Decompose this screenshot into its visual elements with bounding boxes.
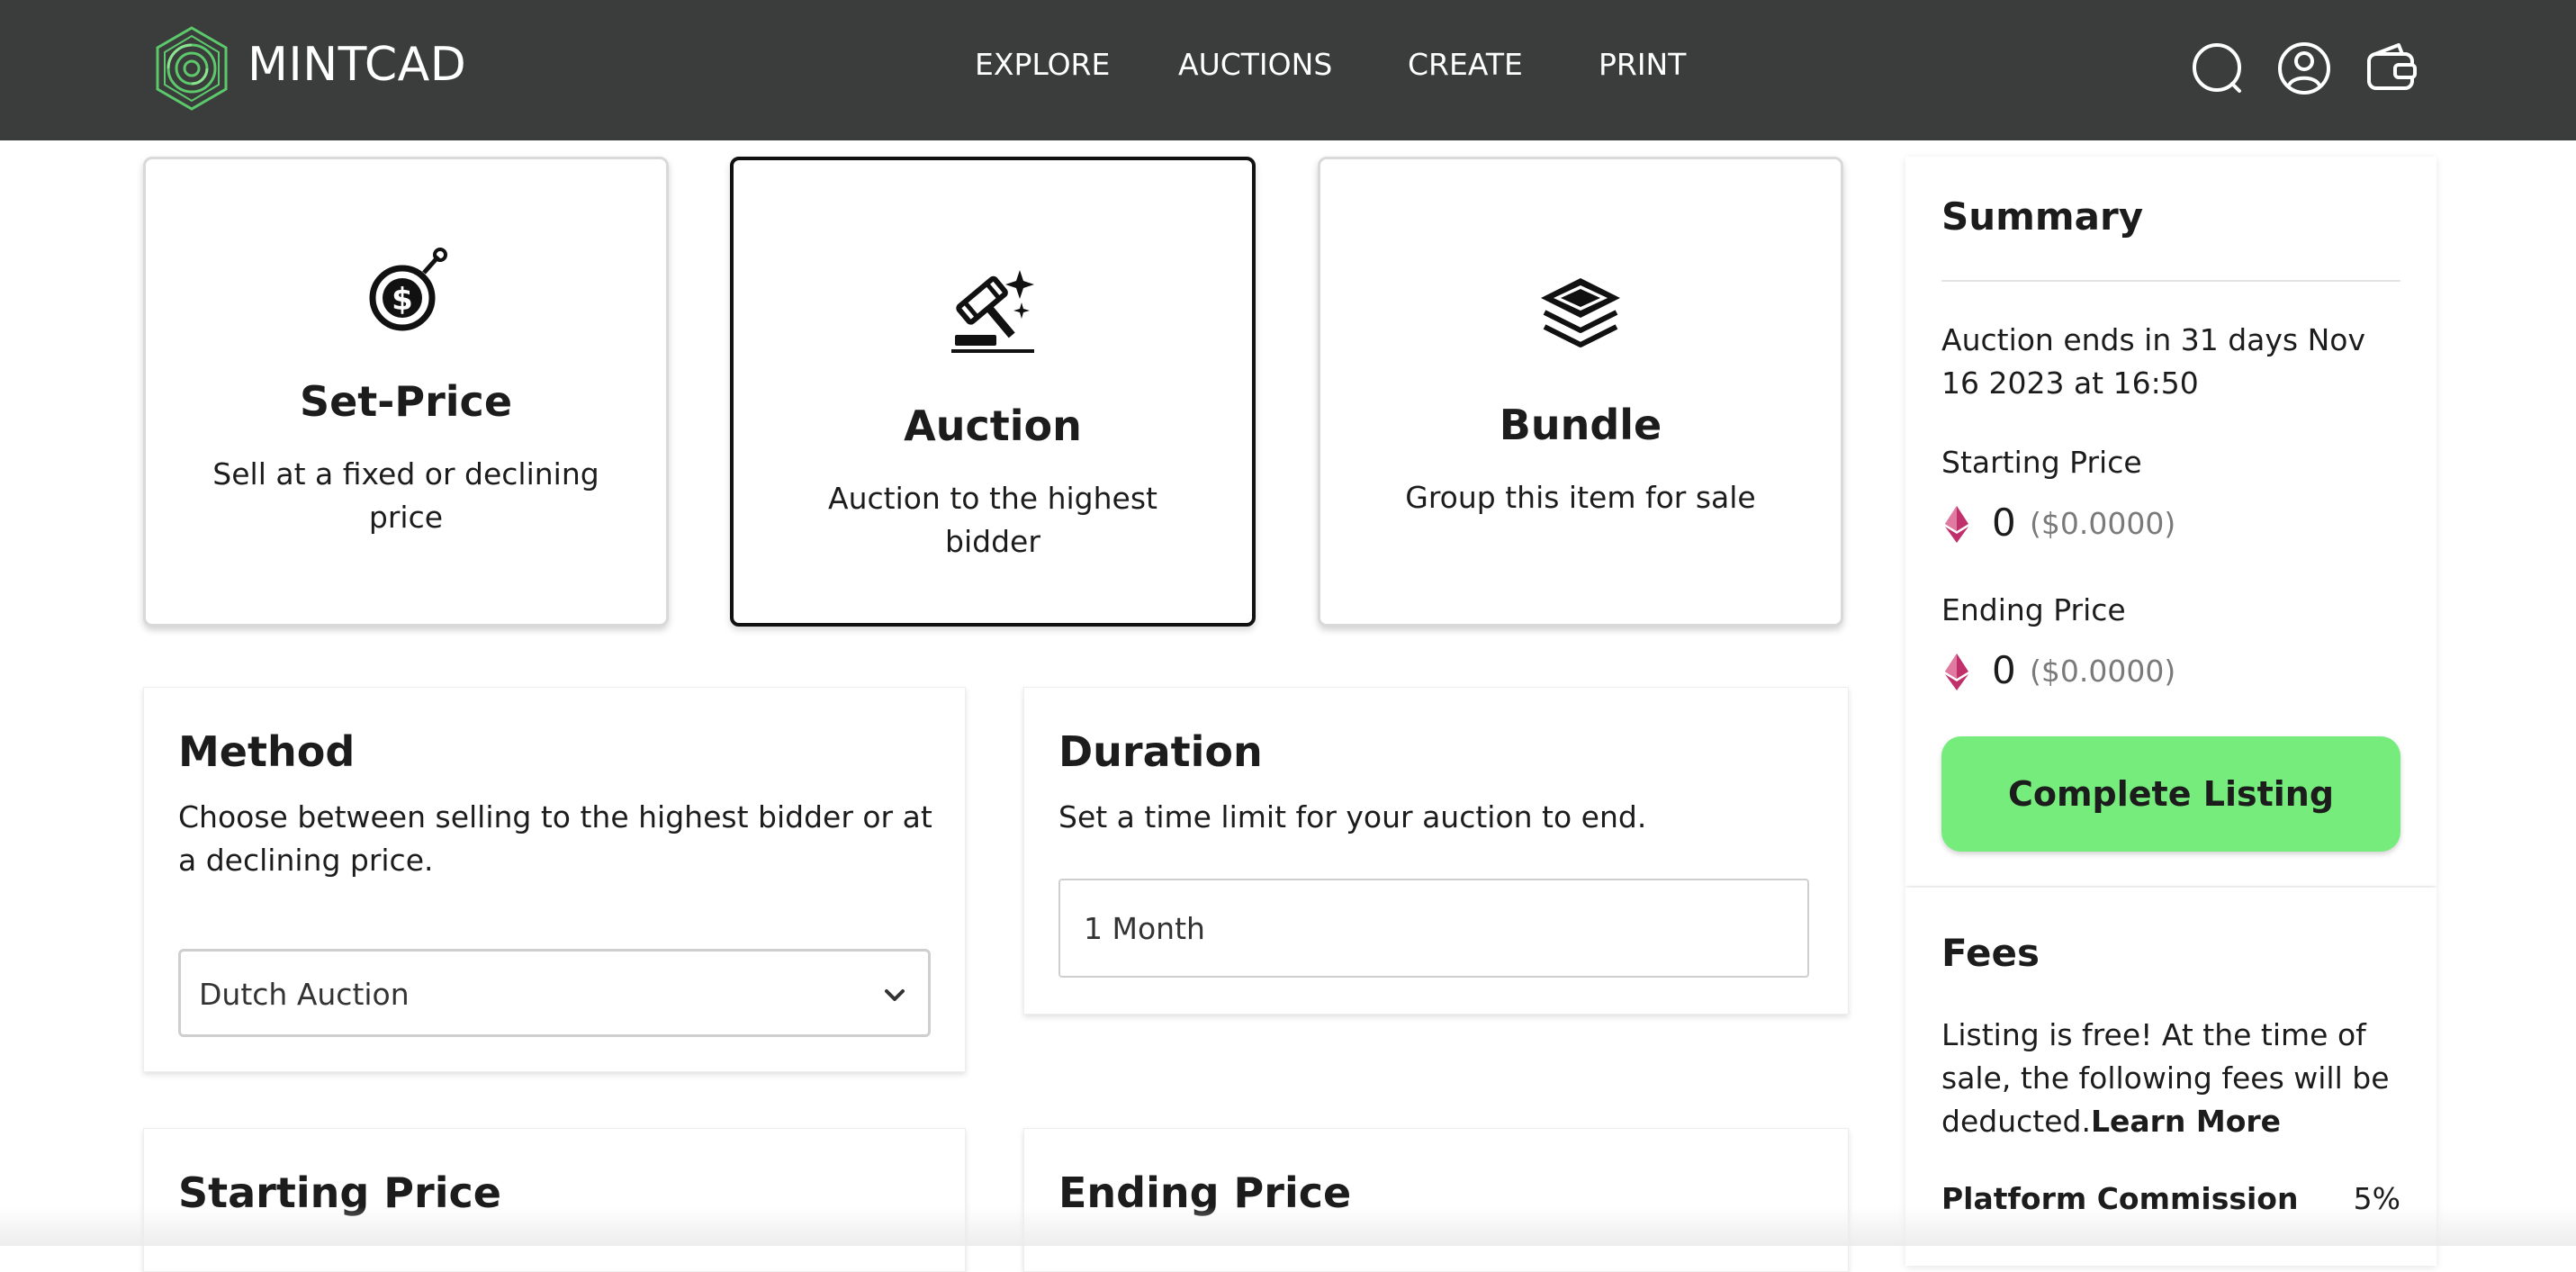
duration-panel: Duration Set a time limit for your aucti…	[1023, 687, 1849, 1015]
auction-title: Auction	[904, 401, 1082, 450]
gavel-icon	[951, 270, 1034, 353]
set-price-desc: Sell at a fixed or declining price	[212, 456, 599, 535]
duration-input[interactable]: 1 Month	[1058, 879, 1809, 978]
listing-type-set-price[interactable]: $ Set-Price Sell at a fixed or declining…	[143, 157, 669, 627]
starting-price-label: Starting Price	[1941, 445, 2142, 480]
svg-text:$: $	[392, 282, 413, 318]
summary-panel: Summary Auction ends in 31 days Nov 16 2…	[1905, 157, 2436, 886]
mintcad-logo-icon[interactable]	[153, 25, 230, 112]
ending-price-value: 0	[1992, 648, 2016, 692]
nav-explore[interactable]: EXPLORE	[975, 47, 1110, 82]
complete-listing-button[interactable]: Complete Listing	[1941, 736, 2400, 852]
starting-price-panel: Starting Price	[143, 1128, 966, 1272]
learn-more-link[interactable]: Learn More	[2091, 1104, 2281, 1139]
nav-create[interactable]: CREATE	[1408, 47, 1523, 82]
starting-price-value: 0	[1992, 501, 2016, 545]
fees-title: Fees	[1941, 931, 2040, 975]
search-icon[interactable]	[2190, 40, 2244, 97]
wallet-icon[interactable]	[2364, 40, 2418, 97]
auction-ends-text: Auction ends in 31 days Nov 16 2023 at 1…	[1941, 322, 2366, 401]
fees-text: Listing is free! At the time of sale, th…	[1941, 1014, 2409, 1143]
layers-icon	[1541, 278, 1620, 347]
summary-title: Summary	[1941, 194, 2144, 239]
method-title: Method	[178, 727, 356, 776]
ethereum-icon	[1945, 654, 1968, 690]
summary-divider	[1941, 280, 2400, 282]
ending-price-usd: ($0.0000)	[2030, 654, 2176, 689]
set-price-title: Set-Price	[299, 377, 513, 426]
bundle-desc: Group this item for sale	[1405, 480, 1756, 515]
chevron-down-icon	[885, 989, 905, 1001]
auction-desc: Auction to the highest bidder	[828, 481, 1157, 559]
method-selected-value: Dutch Auction	[199, 977, 410, 1012]
starting-price-usd: ($0.0000)	[2030, 506, 2176, 541]
method-desc: Choose between selling to the highest bi…	[178, 799, 932, 878]
method-panel: Method Choose between selling to the hig…	[143, 687, 966, 1072]
top-nav-bar: MINTCAD EXPLORE AUCTIONS CREATE PRINT	[0, 0, 2576, 140]
duration-desc: Set a time limit for your auction to end…	[1058, 799, 1647, 834]
bottom-fade	[0, 1206, 2576, 1246]
nav-auctions[interactable]: AUCTIONS	[1178, 47, 1332, 82]
brand-name[interactable]: MINTCAD	[248, 38, 466, 92]
nav-print[interactable]: PRINT	[1599, 47, 1686, 82]
ending-price-panel: Ending Price	[1023, 1128, 1849, 1272]
duration-value: 1 Month	[1084, 911, 1205, 946]
listing-type-bundle[interactable]: Bundle Group this item for sale	[1318, 157, 1843, 627]
ethereum-icon	[1945, 506, 1968, 543]
bundle-title: Bundle	[1499, 401, 1662, 449]
duration-title: Duration	[1058, 727, 1263, 776]
method-select[interactable]: Dutch Auction	[178, 949, 931, 1037]
ending-price-label: Ending Price	[1941, 592, 2126, 627]
user-icon[interactable]	[2277, 40, 2331, 97]
price-tag-icon: $	[369, 248, 447, 331]
listing-type-auction[interactable]: Auction Auction to the highest bidder	[730, 157, 1256, 627]
